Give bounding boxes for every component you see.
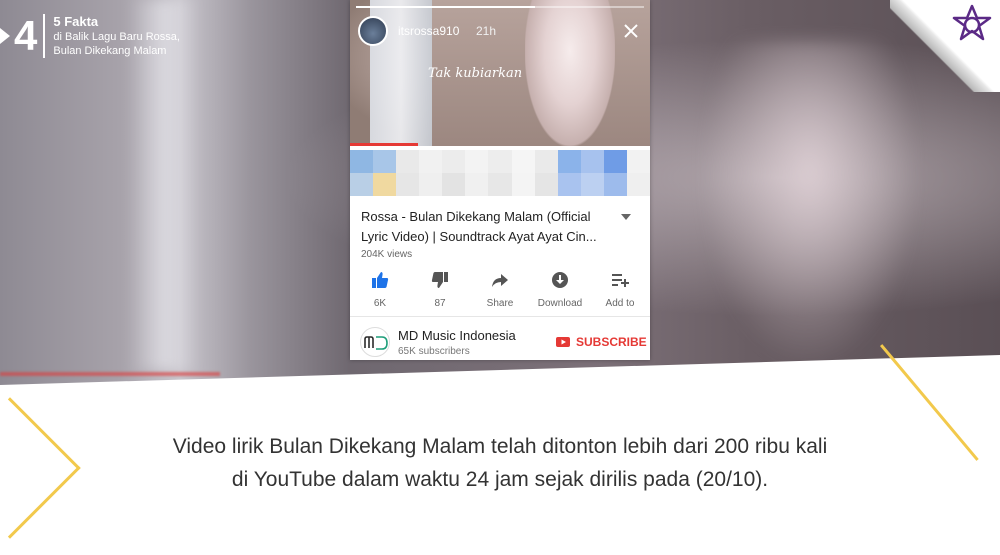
dislike-button[interactable]: 87	[411, 270, 469, 309]
like-count: 6K	[373, 298, 387, 309]
download-label: Download	[537, 298, 583, 309]
badge-arrow-icon	[0, 28, 10, 44]
background-red-line	[0, 372, 220, 376]
download-icon	[552, 272, 568, 288]
gold-decoration-left	[0, 397, 81, 539]
thumbs-down-icon	[431, 272, 448, 288]
caption-line2: di YouTube dalam waktu 24 jam sejak diri…	[231, 468, 769, 491]
share-icon	[492, 274, 508, 287]
video-title[interactable]: Rossa - Bulan Dikekang Malam (Official L…	[361, 207, 611, 247]
close-icon[interactable]	[622, 22, 640, 40]
caption: Video lirik Bulan Dikekang Malam telah d…	[80, 430, 920, 496]
video-views: 204K views	[361, 249, 413, 260]
instagram-story: itsrossa910 21h Tak kubiarkan	[350, 0, 650, 146]
channel-avatar[interactable]	[360, 327, 390, 357]
divider	[350, 316, 650, 317]
add-to-button[interactable]: Add to	[591, 270, 649, 309]
thumbs-up-icon	[372, 272, 389, 288]
story-progress-fill	[356, 6, 535, 8]
badge-subtitle-line1: di Balik Lagu Baru Rossa,	[53, 31, 180, 43]
channel-name[interactable]: MD Music Indonesia	[398, 328, 516, 343]
blurred-thumbnail-strip	[350, 150, 650, 196]
add-to-label: Add to	[605, 298, 635, 309]
md-logo-icon	[364, 336, 388, 350]
badge-subtitle-line2: Bulan Dikekang Malam	[53, 45, 167, 57]
download-button[interactable]: Download	[531, 270, 589, 309]
channel-subscribers: 65K subscribers	[398, 346, 470, 357]
story-red-bar	[350, 143, 418, 146]
badge-text: 5 Fakta di Balik Lagu Baru Rossa, Bulan …	[53, 14, 180, 58]
phone-screenshot: itsrossa910 21h Tak kubiarkan Rossa - Bu…	[350, 0, 650, 360]
story-person	[525, 0, 615, 146]
share-label: Share	[486, 298, 514, 309]
playlist-add-icon	[612, 274, 629, 287]
badge-number: 4	[14, 14, 46, 58]
dislike-count: 87	[434, 298, 446, 309]
like-button[interactable]: 6K	[351, 270, 409, 309]
story-avatar[interactable]	[358, 16, 388, 46]
story-overlay-text: Tak kubiarkan	[428, 66, 523, 81]
story-username[interactable]: itsrossa910	[398, 24, 459, 38]
subscribe-label: SUBSCRIBE	[576, 335, 647, 349]
article-badge: 4 5 Fakta di Balik Lagu Baru Rossa, Bula…	[0, 14, 180, 58]
video-actions: 6K 87 Share Download Add to	[350, 270, 650, 309]
share-button[interactable]: Share	[471, 270, 529, 309]
story-progress-bar	[356, 6, 644, 8]
story-time: 21h	[476, 24, 497, 38]
youtube-play-icon	[556, 337, 570, 347]
caption-line1: Video lirik Bulan Dikekang Malam telah d…	[172, 435, 828, 458]
subscribe-button[interactable]: SUBSCRIBE	[556, 335, 647, 349]
chevron-down-icon[interactable]	[620, 211, 632, 223]
background-figure	[700, 40, 920, 370]
brand-logo-icon	[952, 4, 992, 41]
badge-title: 5 Fakta	[53, 14, 99, 29]
